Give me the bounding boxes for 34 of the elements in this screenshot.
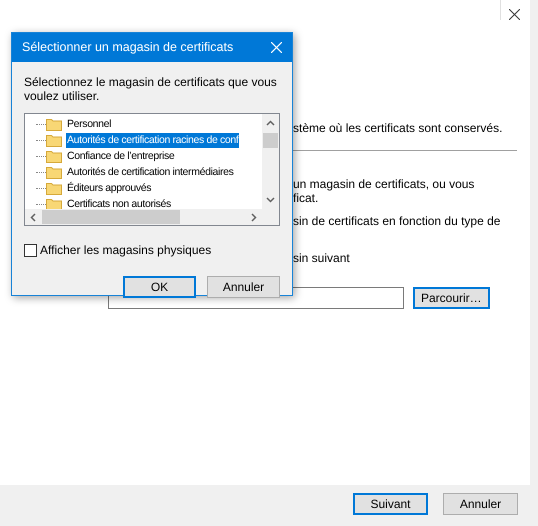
folder-icon — [46, 182, 62, 194]
cancel-button[interactable]: Annuler — [443, 493, 518, 515]
scroll-down-icon[interactable] — [266, 197, 275, 203]
tree-item[interactable]: Autorités de certification racines de conf — [66, 132, 240, 148]
folder-icon — [46, 166, 62, 178]
scroll-left-icon[interactable] — [30, 212, 36, 222]
next-button[interactable]: Suivant — [353, 493, 428, 515]
cancel-button[interactable]: Annuler — [207, 276, 280, 298]
tree-item[interactable]: Éditeurs approuvés — [66, 180, 152, 196]
folder-icon — [46, 118, 62, 130]
tree-item[interactable]: Confiance de l’entreprise — [66, 148, 176, 164]
option-label: sin suivant — [293, 251, 351, 265]
scrollbar-thumb[interactable] — [263, 133, 278, 148]
scrollbar-thumb[interactable] — [42, 210, 180, 224]
vertical-scrollbar[interactable] — [262, 114, 279, 209]
tree-item[interactable]: Certificats non autorisés — [66, 196, 172, 209]
description-text: stème où les certificats sont conservés. — [293, 121, 504, 135]
folder-icon — [46, 150, 62, 162]
tree-item[interactable]: Personnel — [66, 116, 112, 132]
checkbox[interactable] — [24, 244, 37, 256]
ok-button[interactable]: OK — [123, 276, 196, 298]
option-label: sin de certificats en fonction du type de — [293, 214, 502, 228]
tree-item[interactable]: Autorités de certification intermédiaires — [66, 164, 235, 180]
browse-button[interactable]: Parcourir… — [413, 287, 490, 309]
horizontal-scrollbar[interactable] — [25, 209, 262, 225]
dialog-title: Sélectionner un magasin de certificats — [22, 39, 234, 56]
close-icon[interactable] — [509, 9, 520, 20]
prompt-text: Sélectionnez le magasin de certificats que vous voulez utiliser. — [24, 75, 278, 103]
scroll-right-icon[interactable] — [251, 212, 257, 222]
option-label: ficat. — [293, 191, 320, 205]
option-label: un magasin de certificats, ou vous — [293, 177, 476, 191]
checkbox-label[interactable]: Afficher les magasins physiques — [40, 241, 212, 259]
scroll-up-icon[interactable] — [266, 120, 275, 126]
folder-icon — [46, 134, 62, 146]
